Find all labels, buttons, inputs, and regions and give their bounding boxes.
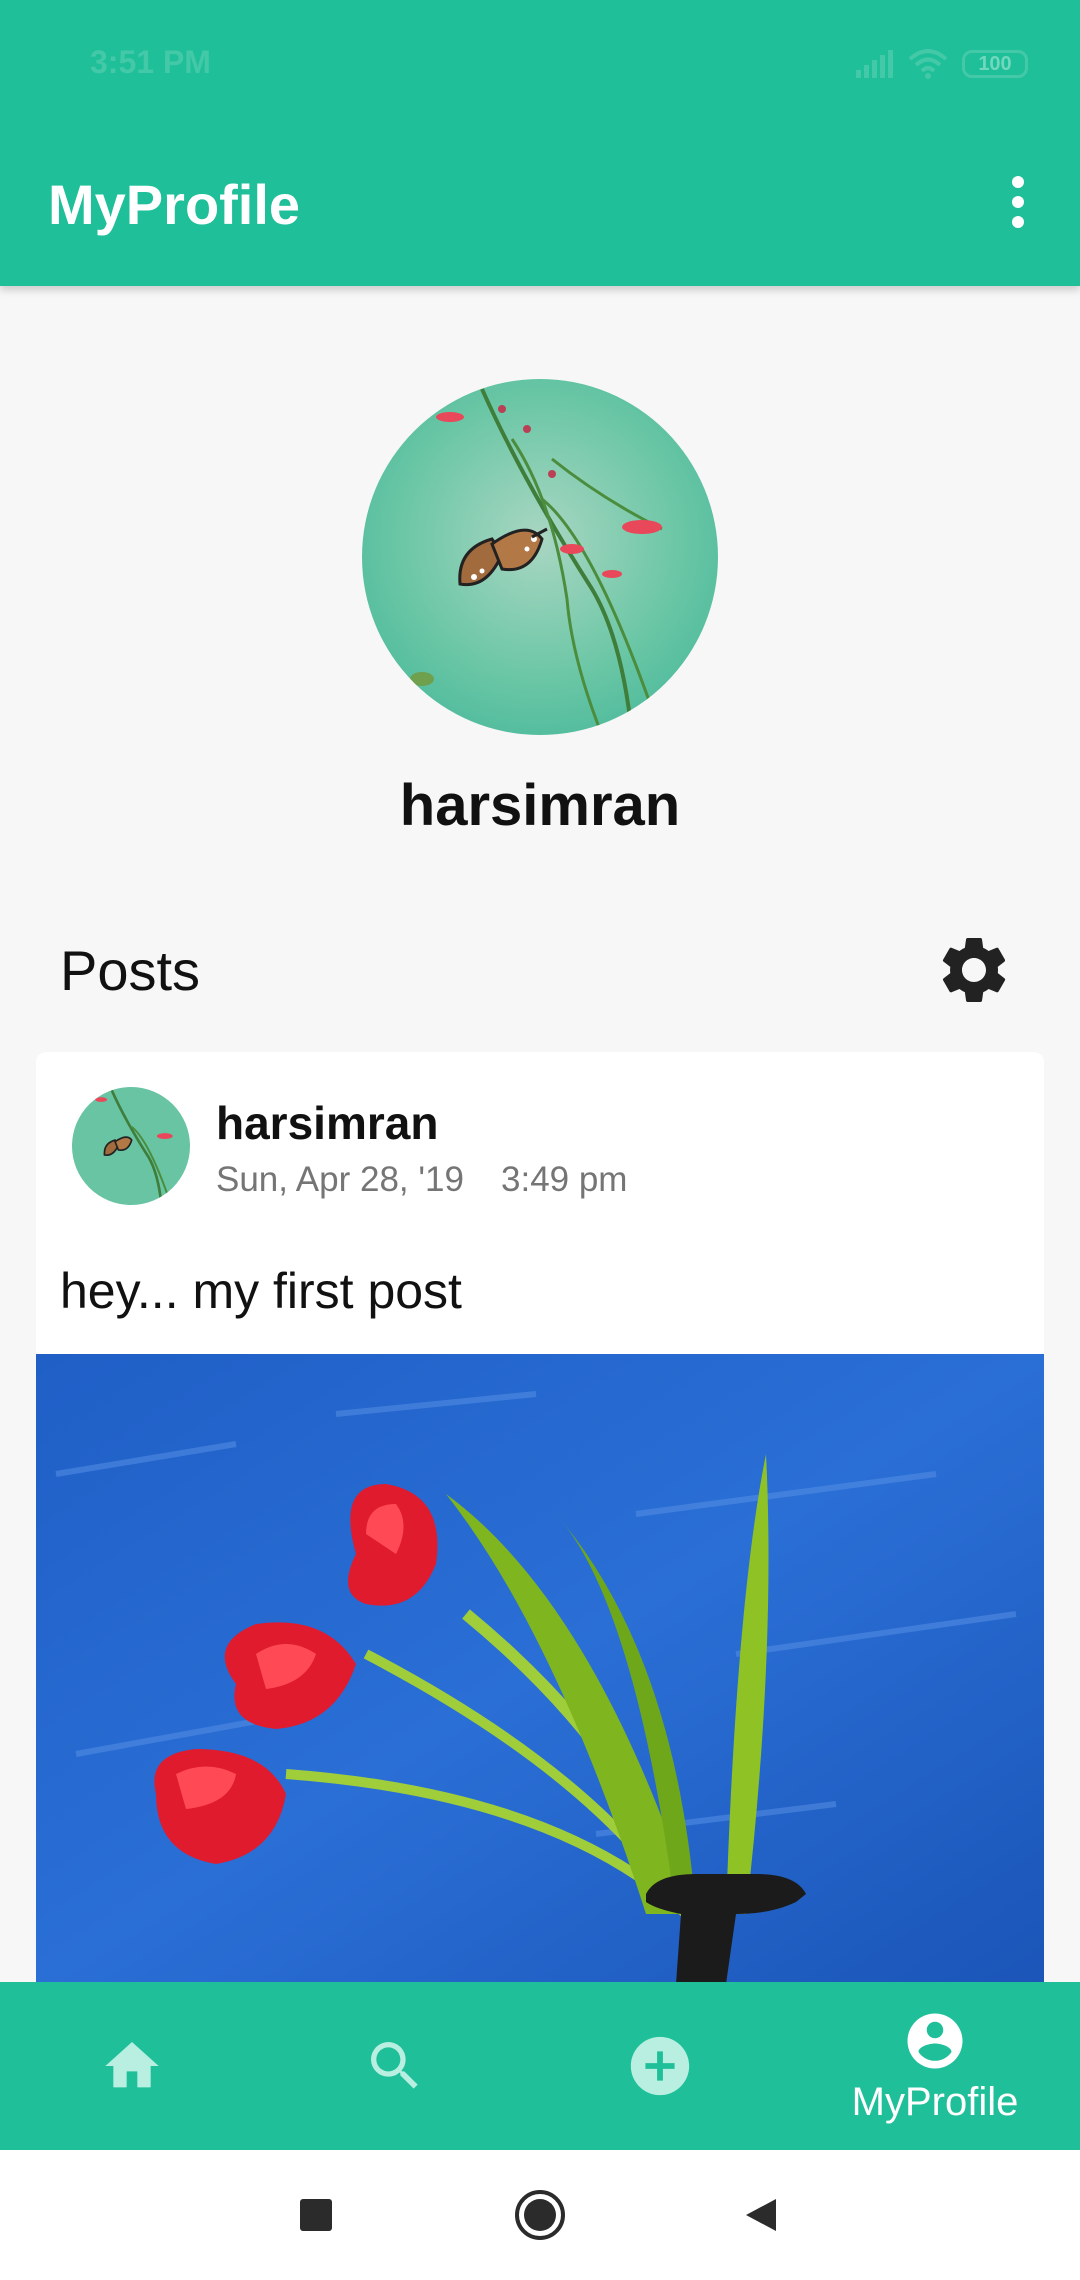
posts-heading: Posts [60, 939, 201, 1002]
gear-icon [942, 937, 1006, 1002]
settings-button[interactable] [928, 924, 1020, 1016]
nav-add-post-button[interactable] [600, 1982, 720, 2150]
nav-profile-button[interactable]: MyProfile [830, 1982, 1040, 2150]
back-triangle-icon [746, 2199, 776, 2231]
battery-icon: 100 [962, 50, 1028, 78]
post-text: hey... my first post [60, 1263, 462, 1319]
post-date: Sun, Apr 28, '19 [216, 1160, 464, 1199]
system-navigation-bar [0, 2150, 1080, 2280]
butterfly-photo [72, 1087, 190, 1205]
battery-level: 100 [978, 52, 1012, 75]
nav-profile-label: MyProfile [851, 2079, 1019, 2124]
profile-username: harsimran [399, 773, 681, 838]
tulips-photo [36, 1354, 1044, 1982]
status-time: 3:51 PM [90, 44, 211, 80]
post-author-avatar[interactable] [72, 1087, 190, 1205]
status-icons: 100 [854, 44, 1028, 84]
profile-avatar[interactable] [362, 379, 718, 735]
account-circle-icon [907, 2013, 963, 2068]
post-card[interactable]: harsimran Sun, Apr 28, '19 3:49 pm hey..… [36, 1052, 1044, 1982]
add-circle-icon [630, 2036, 690, 2096]
search-icon [371, 2042, 418, 2089]
post-author-name[interactable]: harsimran [216, 1096, 438, 1150]
bottom-navigation: MyProfile [0, 1982, 1080, 2150]
wifi-icon [908, 49, 948, 79]
system-back-button[interactable] [720, 2180, 800, 2250]
signal-icon [856, 50, 893, 78]
recent-apps-icon [300, 2199, 332, 2231]
post-image[interactable] [36, 1354, 1044, 1982]
home-icon [105, 2042, 159, 2088]
overflow-menu-button[interactable] [980, 164, 1056, 240]
recent-apps-button[interactable] [276, 2180, 356, 2250]
app-screen: 3:51 PM 100 MyProfile harsimran Posts ha… [0, 0, 1080, 2280]
nav-search-button[interactable] [335, 1982, 455, 2150]
system-home-button[interactable] [500, 2180, 580, 2250]
app-title: MyProfile [48, 173, 301, 236]
post-time: 3:49 pm [501, 1160, 628, 1199]
nav-home-button[interactable] [72, 1982, 192, 2150]
more-vert-icon [1012, 176, 1024, 228]
app-bar: 3:51 PM 100 MyProfile [0, 0, 1080, 286]
butterfly-photo [362, 379, 718, 735]
home-circle-icon [515, 2190, 565, 2240]
